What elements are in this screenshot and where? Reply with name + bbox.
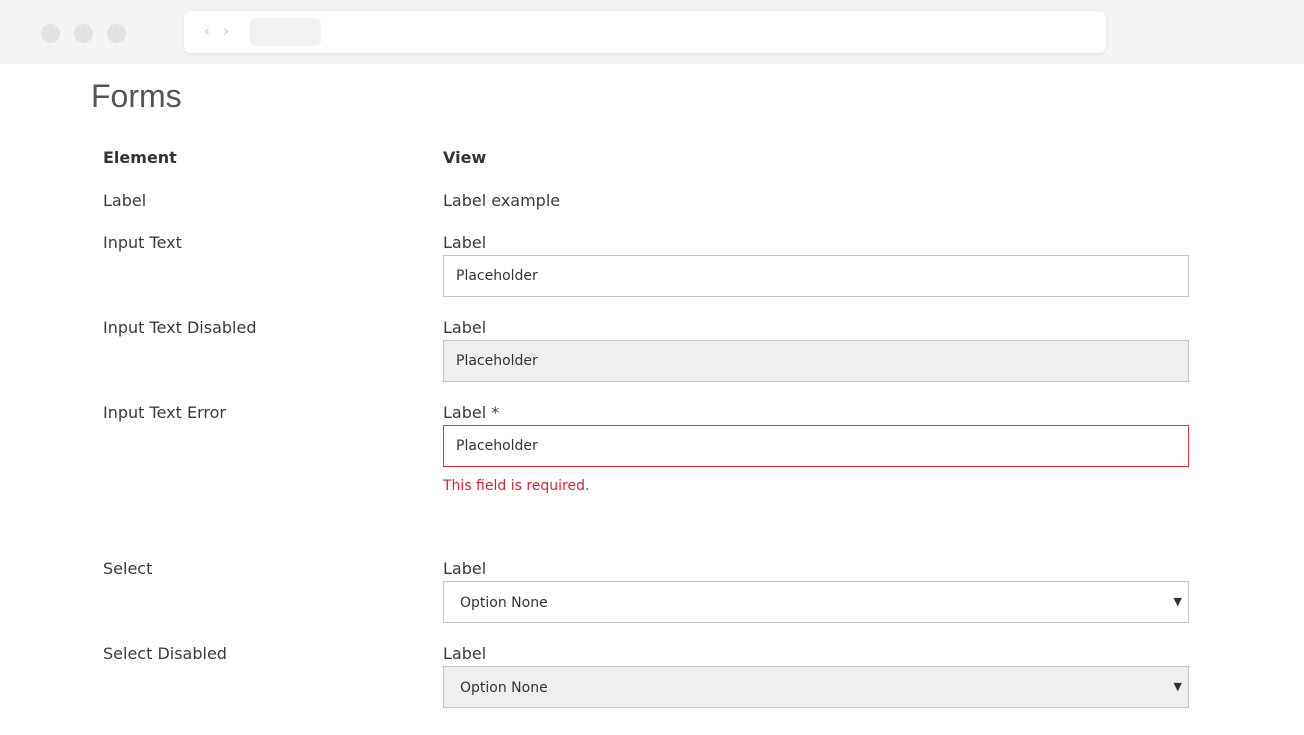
chevron-left-icon[interactable]: ‹ — [204, 21, 210, 41]
column-header-element: Element — [103, 148, 177, 167]
input-error-label: Label * — [443, 403, 500, 422]
row-element-select: Select — [103, 559, 153, 578]
select-disabled-dropdown: Option None ▼ — [443, 666, 1189, 708]
window-maximize-dot[interactable] — [107, 24, 126, 43]
caret-down-icon: ▼ — [1173, 680, 1182, 693]
row-element-input-text-error: Input Text Error — [103, 403, 226, 422]
field-error-message: This field is required. — [443, 478, 590, 494]
input-text-label: Label — [443, 233, 487, 252]
input-disabled-label: Label — [443, 318, 487, 337]
row-element-input-text-disabled: Input Text Disabled — [103, 318, 257, 337]
caret-down-icon[interactable]: ▼ — [1174, 592, 1182, 612]
select-disabled-value: Option None — [460, 680, 548, 696]
select-value: Option None — [460, 595, 548, 611]
select-label: Label — [443, 559, 487, 578]
window-minimize-dot[interactable] — [74, 24, 93, 43]
select-dropdown[interactable]: Option None ▼ — [443, 581, 1189, 623]
page-title: Forms — [91, 78, 182, 114]
input-text-disabled-field — [443, 340, 1189, 382]
row-element-select-disabled: Select Disabled — [103, 644, 227, 663]
column-header-view: View — [443, 148, 487, 167]
label-example: Label example — [443, 191, 561, 210]
address-bar[interactable]: ‹ › — [184, 11, 1106, 53]
window-close-dot[interactable] — [41, 24, 60, 43]
input-text-error-field[interactable] — [443, 425, 1189, 467]
row-element-input-text: Input Text — [103, 233, 182, 252]
row-element-label: Label — [103, 191, 147, 210]
select-disabled-label: Label — [443, 644, 487, 663]
chevron-right-icon[interactable]: › — [223, 21, 229, 41]
url-field[interactable] — [250, 18, 321, 46]
browser-chrome: ‹ › — [0, 0, 1304, 64]
input-text-field[interactable] — [443, 255, 1189, 297]
